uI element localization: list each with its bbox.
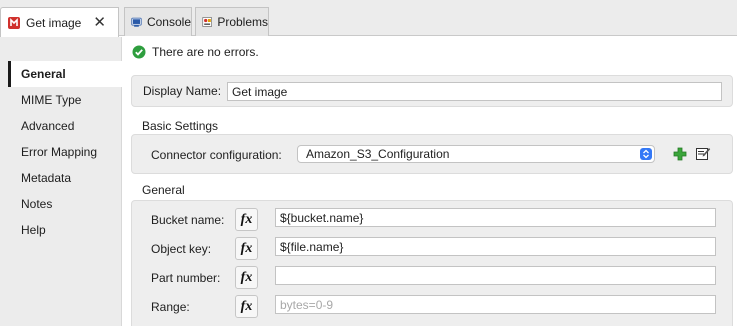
part-number-input[interactable] bbox=[275, 266, 716, 285]
properties-nav: General MIME Type Advanced Error Mapping… bbox=[0, 37, 122, 326]
problems-icon bbox=[202, 17, 212, 27]
tab-label: Problems bbox=[217, 15, 268, 29]
tab-console[interactable]: Console bbox=[124, 7, 192, 36]
fx-toggle-button[interactable]: fx bbox=[235, 266, 258, 289]
properties-main: There are no errors. Display Name: Basic… bbox=[122, 37, 737, 326]
validation-status: There are no errors. bbox=[132, 45, 259, 59]
part-number-label: Part number: bbox=[151, 271, 221, 285]
status-text: There are no errors. bbox=[152, 45, 259, 59]
object-key-label: Object key: bbox=[151, 242, 212, 256]
bucket-name-input[interactable] bbox=[275, 208, 716, 227]
nav-item-help[interactable]: Help bbox=[8, 217, 122, 243]
check-circle-icon bbox=[132, 45, 146, 59]
display-name-label: Display Name: bbox=[143, 84, 222, 98]
connector-config-label: Connector configuration: bbox=[151, 148, 282, 162]
nav-item-general[interactable]: General bbox=[8, 61, 122, 87]
nav-item-metadata[interactable]: Metadata bbox=[8, 165, 122, 191]
nav-item-mime-type[interactable]: MIME Type bbox=[8, 87, 122, 113]
connector-config-select[interactable]: Amazon_S3_Configuration bbox=[297, 145, 655, 163]
general-panel: Bucket name: fx Object key: fx Part numb… bbox=[131, 200, 733, 326]
nav-item-notes[interactable]: Notes bbox=[8, 191, 122, 217]
tab-label: Get image bbox=[26, 15, 82, 30]
fx-toggle-button[interactable]: fx bbox=[235, 208, 258, 231]
display-name-panel: Display Name: bbox=[131, 75, 733, 107]
tab-label: Console bbox=[146, 15, 191, 29]
add-plus-icon[interactable] bbox=[672, 146, 688, 162]
tab-problems[interactable]: Problems bbox=[195, 7, 269, 36]
range-input[interactable] bbox=[275, 295, 716, 314]
object-key-input[interactable] bbox=[275, 237, 716, 256]
edit-icon[interactable] bbox=[695, 145, 711, 161]
nav-item-error-mapping[interactable]: Error Mapping bbox=[8, 139, 122, 165]
connector-config-value: Amazon_S3_Configuration bbox=[306, 147, 450, 161]
basic-settings-title: Basic Settings bbox=[142, 119, 219, 133]
range-label: Range: bbox=[151, 300, 190, 314]
fx-toggle-button[interactable]: fx bbox=[235, 237, 258, 260]
nav-item-advanced[interactable]: Advanced bbox=[8, 113, 122, 139]
console-icon bbox=[131, 17, 142, 27]
editor-tab-bar: Get image ✕ Console Problems bbox=[0, 0, 737, 37]
bucket-name-label: Bucket name: bbox=[151, 213, 225, 227]
display-name-input[interactable] bbox=[227, 82, 722, 101]
general-title: General bbox=[142, 183, 185, 197]
tab-get-image[interactable]: Get image ✕ bbox=[0, 7, 119, 37]
close-icon[interactable]: ✕ bbox=[93, 15, 106, 30]
mule-connector-icon bbox=[8, 16, 20, 29]
select-arrows-icon bbox=[640, 148, 652, 160]
fx-toggle-button[interactable]: fx bbox=[235, 295, 258, 318]
basic-settings-panel: Connector configuration: Amazon_S3_Confi… bbox=[131, 134, 733, 174]
